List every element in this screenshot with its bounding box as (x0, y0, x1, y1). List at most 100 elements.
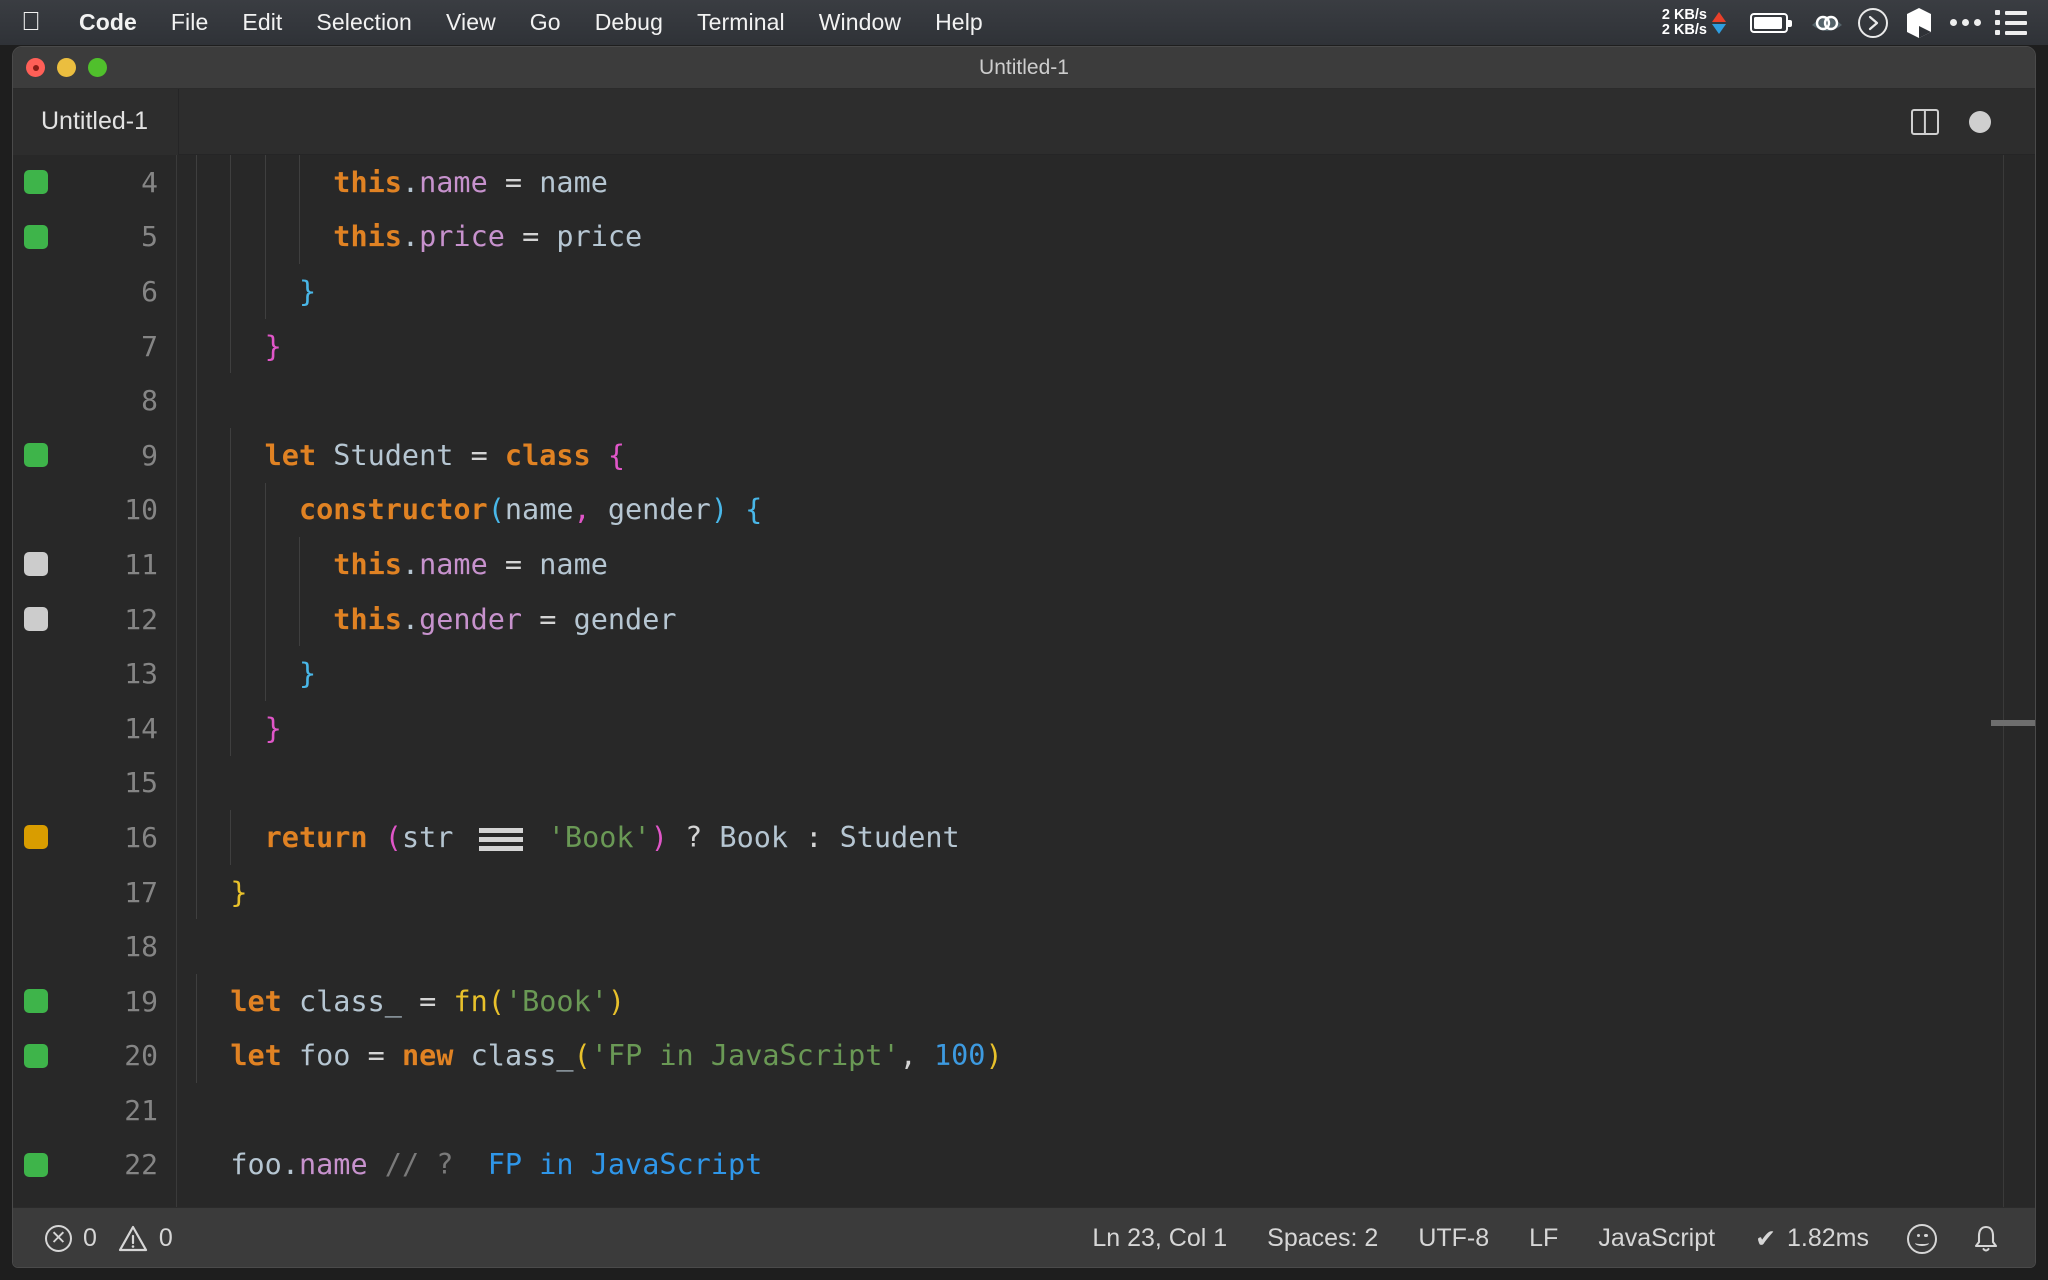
token (196, 275, 299, 308)
token: = (505, 548, 522, 581)
line-content[interactable]: let Student = class { (176, 439, 625, 472)
menu-item-window[interactable]: Window (802, 0, 918, 45)
gutter-marker-green[interactable] (24, 1153, 48, 1177)
line-content[interactable]: this.gender = gender (176, 603, 677, 636)
line-content[interactable]: let class_ = fn('Book') (176, 985, 625, 1018)
dropbox-icon[interactable] (1804, 0, 1850, 45)
code-editor[interactable]: 4 this.name = name5 this.price = price6 … (13, 155, 2035, 1207)
smiley-icon[interactable] (1907, 1224, 1937, 1254)
menu-item-debug[interactable]: Debug (578, 0, 680, 45)
token: ( (385, 821, 402, 854)
menu-item-go[interactable]: Go (513, 0, 578, 45)
tab-untitled-1[interactable]: Untitled-1 (13, 89, 179, 155)
gutter-marker-cell[interactable] (13, 607, 59, 631)
cube-icon[interactable] (1896, 0, 1942, 45)
gutter-marker-cell[interactable] (13, 225, 59, 249)
code-line[interactable]: 16 return (str 'Book') ? Book : Student (13, 810, 2035, 865)
ellipsis-icon[interactable] (1942, 0, 1988, 45)
gutter-marker-cell[interactable] (13, 1044, 59, 1068)
line-content[interactable]: } (176, 330, 282, 363)
indent-guide (230, 428, 231, 483)
code-line[interactable]: 4 this.name = name (13, 155, 2035, 210)
line-content[interactable]: foo.name // ? FP in JavaScript (176, 1148, 762, 1181)
line-content[interactable]: return (str 'Book') ? Book : Student (176, 821, 960, 854)
unsaved-indicator-dot[interactable] (1969, 111, 1991, 133)
status-timing[interactable]: ✔ 1.82ms (1753, 1224, 1871, 1254)
gutter-marker-cell[interactable] (13, 1153, 59, 1177)
battery-icon[interactable] (1750, 13, 1788, 33)
code-line[interactable]: 8 (13, 373, 2035, 428)
code-line[interactable]: 6 } (13, 264, 2035, 319)
gutter-marker-green[interactable] (24, 443, 48, 467)
menu-item-help[interactable]: Help (918, 0, 1000, 45)
token: Student (840, 821, 960, 854)
status-encoding[interactable]: UTF-8 (1416, 1224, 1491, 1253)
menu-item-view[interactable]: View (429, 0, 513, 45)
token: ( (574, 1039, 591, 1072)
line-content[interactable]: this.price = price (176, 220, 642, 253)
gutter-marker-green[interactable] (24, 989, 48, 1013)
menu-item-code[interactable]: Code (62, 0, 154, 45)
gutter-marker-cell[interactable] (13, 825, 59, 849)
code-line[interactable]: 18 (13, 919, 2035, 974)
gutter-marker-grey[interactable] (24, 552, 48, 576)
token: = (471, 439, 488, 472)
status-indentation[interactable]: Spaces: 2 (1265, 1224, 1380, 1253)
apple-logo-icon[interactable]:  (0, 8, 62, 37)
code-line[interactable]: 22 foo.name // ? FP in JavaScript (13, 1138, 2035, 1193)
code-line[interactable]: 5 this.price = price (13, 210, 2035, 265)
line-content[interactable]: let foo = new class_('FP in JavaScript',… (176, 1039, 1003, 1072)
code-line[interactable]: 14 } (13, 701, 2035, 756)
network-speed-indicator[interactable]: 2 KB/s 2 KB/s (1662, 8, 1732, 38)
status-language-mode[interactable]: JavaScript (1596, 1224, 1717, 1253)
line-content[interactable]: } (176, 712, 282, 745)
gutter-marker-cell[interactable] (13, 443, 59, 467)
line-content[interactable]: } (176, 657, 316, 690)
code-line[interactable]: 20 let foo = new class_('FP in JavaScrip… (13, 1029, 2035, 1084)
gutter-marker-green[interactable] (24, 1044, 48, 1068)
code-lines[interactable]: 4 this.name = name5 this.price = price6 … (13, 155, 2035, 1207)
token (488, 166, 505, 199)
gutter-marker-green[interactable] (24, 225, 48, 249)
code-line[interactable]: 7 } (13, 319, 2035, 374)
gutter-marker-cell[interactable] (13, 989, 59, 1013)
line-content[interactable]: this.name = name (176, 166, 608, 199)
token (728, 493, 745, 526)
status-line-ending[interactable]: LF (1527, 1224, 1560, 1253)
gutter-marker-cell[interactable] (13, 170, 59, 194)
list-icon[interactable] (1988, 0, 2034, 45)
code-line[interactable]: 9 let Student = class { (13, 428, 2035, 483)
bell-icon[interactable] (1973, 1224, 1999, 1254)
token: constructor (299, 493, 488, 526)
editor-tab-bar: Untitled-1 (13, 89, 2035, 155)
window-title-bar: Untitled-1 (13, 47, 2035, 89)
gutter-marker-cell[interactable] (13, 552, 59, 576)
menu-item-file[interactable]: File (154, 0, 225, 45)
status-problems[interactable]: ✕ 0 0 (43, 1224, 175, 1253)
token: : (805, 821, 822, 854)
code-line[interactable]: 10 constructor(name, gender) { (13, 483, 2035, 538)
split-editor-icon[interactable] (1911, 109, 1939, 135)
code-line[interactable]: 17 } (13, 865, 2035, 920)
code-line[interactable]: 19 let class_ = fn('Book') (13, 974, 2035, 1029)
code-line[interactable]: 12 this.gender = gender (13, 592, 2035, 647)
terminal-circle-icon[interactable] (1850, 0, 1896, 45)
token (282, 1039, 299, 1072)
gutter-marker-grey[interactable] (24, 607, 48, 631)
code-line[interactable]: 11 this.name = name (13, 537, 2035, 592)
gutter-marker-amber[interactable] (24, 825, 48, 849)
menu-item-selection[interactable]: Selection (299, 0, 429, 45)
gutter-marker-green[interactable] (24, 170, 48, 194)
menu-item-terminal[interactable]: Terminal (680, 0, 802, 45)
token (488, 439, 505, 472)
line-content[interactable]: } (176, 876, 248, 909)
indent-guide (196, 373, 197, 428)
line-content[interactable]: } (176, 275, 316, 308)
vertical-scrollbar[interactable] (2003, 155, 2035, 1207)
line-content[interactable]: this.name = name (176, 548, 608, 581)
code-line[interactable]: 13 } (13, 646, 2035, 701)
status-cursor-position[interactable]: Ln 23, Col 1 (1090, 1224, 1229, 1253)
menu-item-edit[interactable]: Edit (225, 0, 299, 45)
code-line[interactable]: 15 (13, 756, 2035, 811)
code-line[interactable]: 21 (13, 1083, 2035, 1138)
